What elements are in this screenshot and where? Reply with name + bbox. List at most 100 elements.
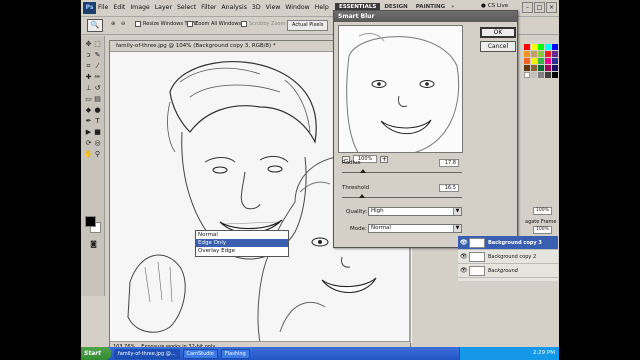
threshold-slider[interactable] [342, 194, 462, 198]
swatch[interactable] [531, 44, 537, 50]
taskbar-item-camstudio[interactable]: CamStudio [182, 348, 218, 359]
menu-edit[interactable]: Edit [113, 4, 125, 11]
swatch[interactable] [538, 51, 544, 57]
mode-option-normal[interactable]: Normal [196, 231, 288, 239]
type-tool-icon[interactable]: T [93, 117, 102, 126]
layer-row-background[interactable]: 👁 Background [458, 264, 558, 278]
swatch[interactable] [538, 72, 544, 78]
clone-stamp-tool-icon[interactable]: ⊥ [84, 84, 93, 93]
opacity-value[interactable]: 100% [533, 207, 552, 215]
quality-dropdown-arrow-icon[interactable]: ▼ [453, 208, 461, 215]
cs-live-button[interactable]: ● CS Live [481, 3, 508, 9]
swatch[interactable] [538, 44, 544, 50]
swatch[interactable] [524, 44, 530, 50]
close-button[interactable]: × [546, 2, 557, 13]
mode-dropdown-arrow-icon[interactable]: ▼ [453, 225, 461, 232]
swatch[interactable] [531, 51, 537, 57]
zoom-tool-icon[interactable]: ⚲ [93, 150, 102, 159]
layer-row-background-copy-2[interactable]: 👁 Background copy 2 [458, 250, 558, 264]
quick-select-tool-icon[interactable]: ✎ [93, 51, 102, 60]
threshold-slider-thumb[interactable] [358, 194, 365, 198]
menu-help[interactable]: Help [315, 4, 329, 11]
pen-tool-icon[interactable]: ✒ [84, 117, 93, 126]
menu-image[interactable]: Image [130, 4, 149, 11]
menu-view[interactable]: View [266, 4, 281, 11]
clock[interactable]: 2:29 PM [533, 350, 555, 356]
eyedropper-tool-icon[interactable]: ⁄ [93, 62, 102, 71]
zoom-in-icon[interactable]: ⊕ [111, 21, 115, 27]
taskbar-item-photoshop[interactable]: family-of-three.jpg @... [114, 348, 180, 359]
maximize-button[interactable]: □ [534, 2, 545, 13]
swatch[interactable] [552, 51, 558, 57]
taskbar-item-flashing[interactable]: Flashing [220, 348, 250, 359]
menu-analysis[interactable]: Analysis [221, 4, 247, 11]
quality-select[interactable]: High ▼ [368, 207, 462, 216]
cancel-button[interactable]: Cancel [480, 41, 516, 52]
visibility-eye-icon[interactable]: 👁 [460, 267, 468, 274]
marquee-tool-icon[interactable]: ⬚ [93, 40, 102, 49]
radius-slider[interactable] [342, 169, 462, 173]
brush-tool-icon[interactable]: ✏ [93, 73, 102, 82]
swatch[interactable] [545, 51, 551, 57]
dodge-tool-icon[interactable]: ● [93, 106, 102, 115]
dialog-preview[interactable] [338, 25, 463, 153]
swatch[interactable] [531, 72, 537, 78]
history-brush-tool-icon[interactable]: ↺ [93, 84, 102, 93]
mode-option-edge-only[interactable]: Edge Only [196, 239, 288, 247]
path-select-tool-icon[interactable]: ▶ [84, 128, 93, 137]
healing-brush-tool-icon[interactable]: ✚ [84, 73, 93, 82]
crop-tool-icon[interactable]: ⌗ [84, 62, 93, 71]
swatch[interactable] [545, 44, 551, 50]
resize-windows-checkbox[interactable] [135, 21, 141, 27]
zoom-all-windows-checkbox[interactable] [187, 21, 193, 27]
lasso-tool-icon[interactable]: ↄ [84, 51, 93, 60]
swatch[interactable] [538, 58, 544, 64]
swatch[interactable] [524, 65, 530, 71]
zoom-out-icon[interactable]: ⊖ [121, 21, 125, 27]
3d-orbit-tool-icon[interactable]: ◎ [93, 139, 102, 148]
visibility-eye-icon[interactable]: 👁 [460, 253, 468, 260]
gradient-tool-icon[interactable]: ▤ [93, 95, 102, 104]
swatch[interactable] [545, 72, 551, 78]
swatch[interactable] [545, 58, 551, 64]
start-button[interactable]: Start [81, 347, 111, 360]
foreground-color-swatch[interactable] [85, 216, 96, 227]
minimize-button[interactable]: – [522, 2, 533, 13]
layer-row-background-copy-3[interactable]: 👁 Background copy 3 [458, 236, 558, 250]
swatch[interactable] [524, 58, 530, 64]
scrubby-zoom-option[interactable]: Scrubby Zoom [241, 21, 285, 27]
swatch[interactable] [531, 65, 537, 71]
zoom-tool-preset-icon[interactable]: 🔍 [87, 19, 103, 32]
swatch[interactable] [531, 58, 537, 64]
ok-button[interactable]: OK [480, 27, 516, 38]
3d-rotate-tool-icon[interactable]: ⟳ [84, 139, 93, 148]
menu-3d[interactable]: 3D [252, 4, 261, 11]
menu-filter[interactable]: Filter [201, 4, 216, 11]
swatch[interactable] [524, 51, 530, 57]
swatch[interactable] [552, 72, 558, 78]
move-tool-icon[interactable]: ✥ [84, 40, 93, 49]
menu-layer[interactable]: Layer [155, 4, 172, 11]
hand-tool-icon[interactable]: ✋ [84, 150, 93, 159]
mode-option-overlay-edge[interactable]: Overlay Edge [196, 247, 288, 255]
swatch[interactable] [545, 65, 551, 71]
menu-select[interactable]: Select [177, 4, 196, 11]
fill-value[interactable]: 100% [533, 226, 552, 234]
swatch[interactable] [552, 58, 558, 64]
visibility-eye-icon[interactable]: 👁 [460, 239, 468, 246]
actual-pixels-button[interactable]: Actual Pixels [287, 20, 329, 31]
menu-file[interactable]: File [98, 4, 108, 11]
preview-zoom-in-button[interactable]: + [380, 155, 389, 163]
quick-mask-icon[interactable]: ◙ [89, 240, 98, 249]
menu-window[interactable]: Window [285, 4, 309, 11]
swatch[interactable] [538, 65, 544, 71]
threshold-input[interactable]: 16.5 [439, 184, 459, 192]
mode-select[interactable]: Normal ▼ [368, 224, 462, 233]
swatch[interactable] [524, 72, 530, 78]
scrubby-zoom-checkbox[interactable] [241, 21, 247, 27]
eraser-tool-icon[interactable]: ▭ [84, 95, 93, 104]
swatch[interactable] [552, 65, 558, 71]
radius-slider-thumb[interactable] [360, 169, 367, 173]
blur-tool-icon[interactable]: ◆ [84, 106, 93, 115]
zoom-all-windows-option[interactable]: Zoom All Windows [187, 21, 241, 27]
